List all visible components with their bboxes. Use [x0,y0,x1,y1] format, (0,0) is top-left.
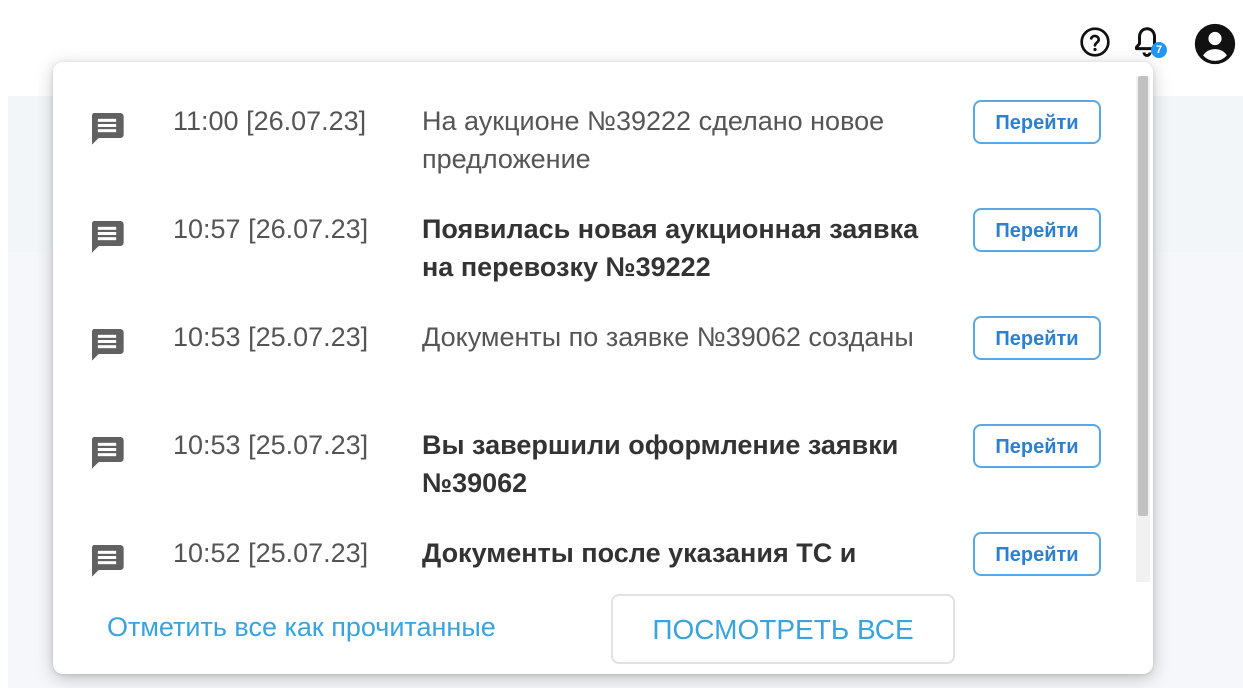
notification-item: 10:52 [25.07.23] Документы после указани… [53,532,1133,580]
notification-item: 11:00 [26.07.23] На аукционе №39222 сдел… [53,100,1133,202]
notification-text: На аукционе №39222 сделано новое предлож… [422,106,885,174]
notification-time: 10:53 [25.07.23] [173,322,369,352]
message-icon [91,437,124,469]
view-all-button[interactable]: ПОСМОТРЕТЬ ВСЕ [611,594,955,664]
notification-item: 10:53 [25.07.23] Документы по заявке №39… [53,316,1133,418]
notification-text: Документы после указания ТС и водителя п… [422,538,857,580]
scrollbar[interactable] [1136,76,1150,582]
mark-all-read-link[interactable]: Отметить все как прочитанные [107,610,496,644]
go-button[interactable]: Перейти [973,532,1101,576]
go-button[interactable]: Перейти [973,100,1101,144]
notification-time: 10:52 [25.07.23] [173,538,369,568]
go-button[interactable]: Перейти [973,424,1101,468]
help-icon[interactable] [1079,26,1111,58]
notification-text: Вы завершили оформление заявки №39062 [422,430,899,498]
notification-item: 10:57 [26.07.23] Появилась новая аукцион… [53,208,1133,310]
notification-item: 10:53 [25.07.23] Вы завершили оформление… [53,424,1133,526]
go-button[interactable]: Перейти [973,316,1101,360]
message-icon [91,545,124,577]
scrollbar-thumb[interactable] [1138,76,1148,516]
notification-time: 10:53 [25.07.23] [173,430,369,460]
notifications-popup: 11:00 [26.07.23] На аукционе №39222 сдел… [53,62,1153,674]
notification-list[interactable]: 11:00 [26.07.23] На аукционе №39222 сдел… [53,62,1133,580]
popup-footer: Отметить все как прочитанные ПОСМОТРЕТЬ … [53,592,1153,668]
notification-time: 10:57 [26.07.23] [173,214,369,244]
message-icon [91,329,124,361]
notification-text: Появилась новая аукционная заявка на пер… [422,214,919,282]
message-icon [91,113,124,145]
notification-count-badge: 7 [1151,42,1167,58]
notification-text: Документы по заявке №39062 созданы [422,322,914,352]
go-button[interactable]: Перейти [973,208,1101,252]
message-icon [91,221,124,253]
notification-time: 11:00 [26.07.23] [173,106,367,136]
account-icon[interactable] [1193,22,1237,66]
